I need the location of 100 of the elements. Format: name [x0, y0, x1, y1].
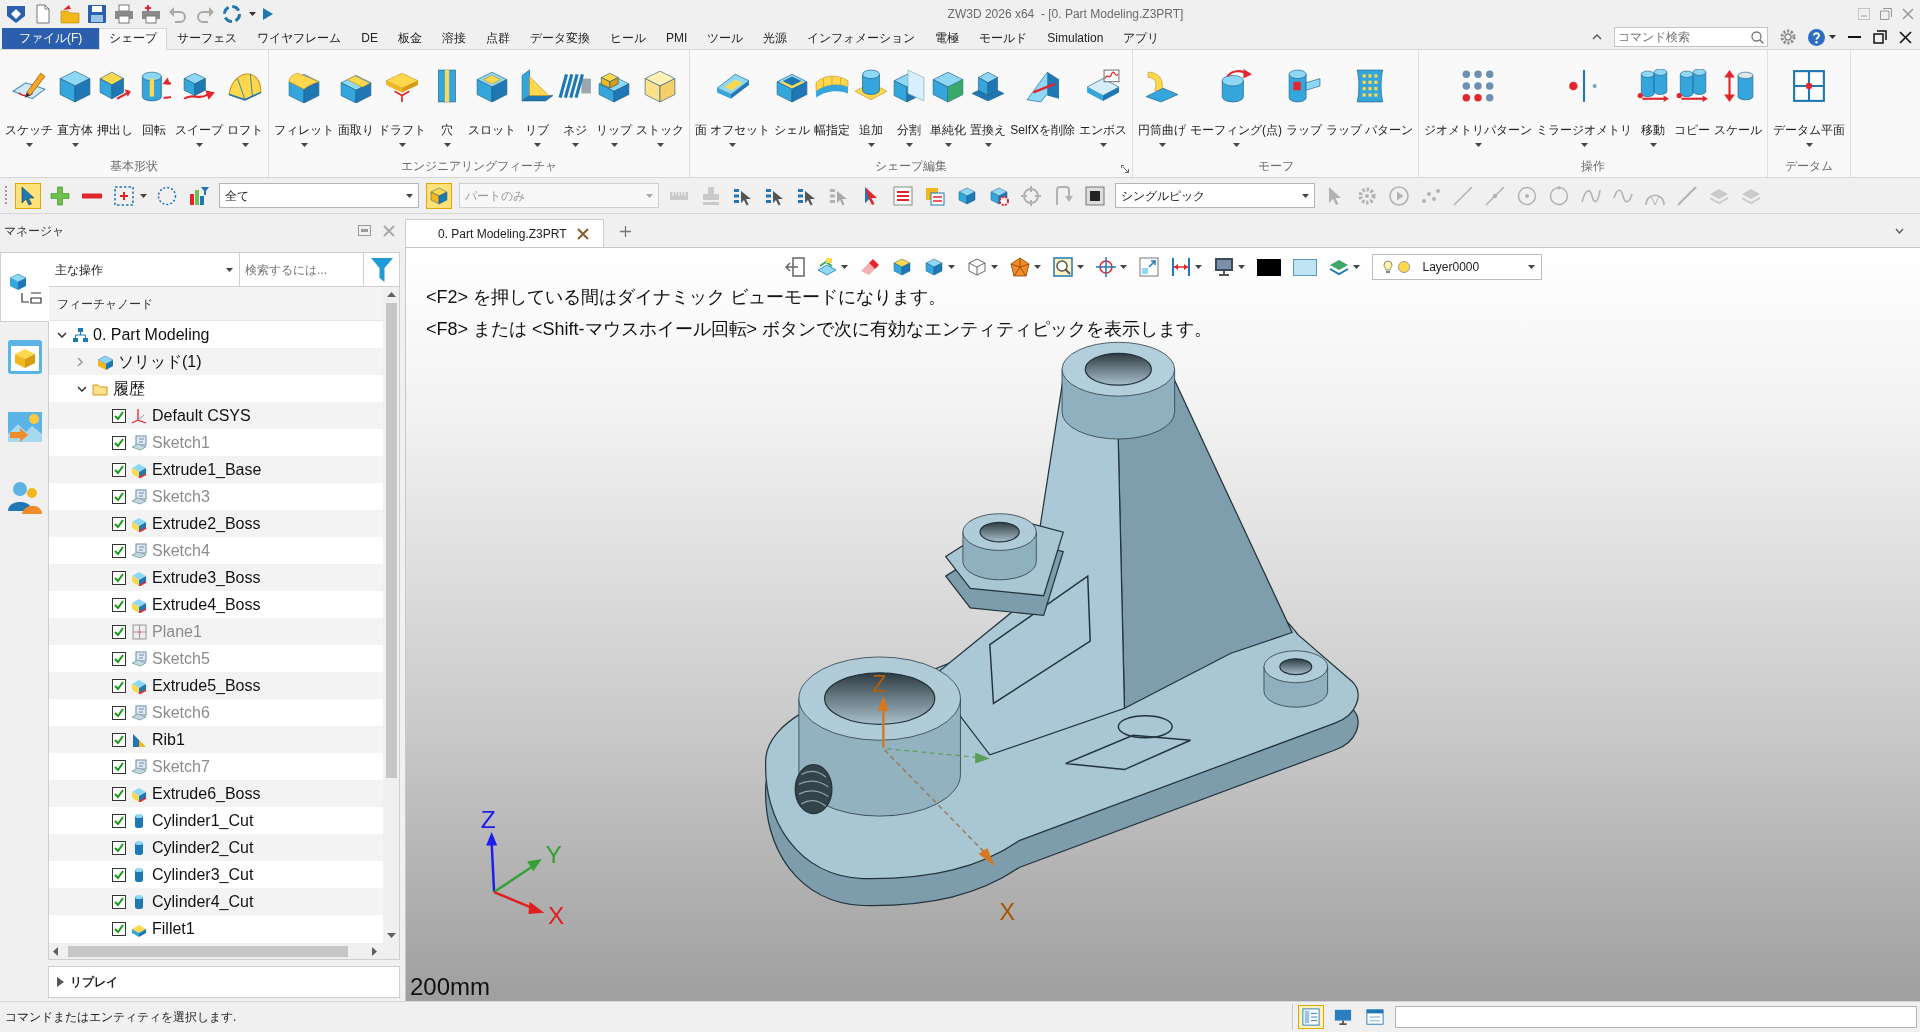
menu-tab[interactable]: PMI [656, 28, 698, 49]
visibility-checkbox[interactable] [112, 705, 126, 720]
dashed-ring-icon[interactable] [222, 4, 242, 24]
visibility-checkbox[interactable] [112, 840, 126, 855]
ribbon-button[interactable]: 直方体 [55, 50, 95, 147]
window-resize-icon[interactable] [1138, 257, 1159, 277]
menu-tab[interactable]: 溶接 [432, 28, 476, 49]
ribbon-button[interactable]: ストック [634, 50, 686, 147]
ribbon-button[interactable]: ネジ [556, 50, 594, 147]
menu-tab[interactable]: Simulation [1037, 28, 1114, 49]
scroll-left-icon[interactable] [53, 946, 58, 956]
visibility-checkbox[interactable] [112, 732, 126, 747]
color-swatch-icon[interactable] [1256, 258, 1281, 276]
tree-item[interactable]: Extrude4_Boss [49, 591, 383, 618]
tree-item[interactable]: Extrude1_Base [49, 456, 383, 483]
ribbon-button[interactable]: 面 オフセット [693, 50, 773, 147]
menu-tab[interactable]: 点群 [476, 28, 520, 49]
settings-icon[interactable] [1780, 29, 1796, 45]
ribbon-button[interactable]: 分割 [890, 50, 929, 147]
list-icon[interactable] [891, 183, 915, 208]
chevron-right-icon[interactable] [77, 356, 83, 367]
ribbon-button[interactable]: リップ [594, 50, 634, 147]
menu-tab[interactable]: DE [351, 28, 388, 49]
visibility-checkbox[interactable] [112, 462, 126, 477]
caret-icon[interactable] [1527, 265, 1535, 269]
caret-icon[interactable] [610, 143, 618, 147]
menu-tab[interactable]: インフォメーション [797, 28, 926, 49]
menu-tab[interactable]: モールド [969, 28, 1038, 49]
menu-tab[interactable]: ワイヤフレーム [247, 28, 352, 49]
menu-tab[interactable]: サーフェス [167, 28, 248, 49]
monitor-icon[interactable] [1213, 257, 1234, 277]
restore-icon[interactable] [1873, 30, 1887, 44]
caret-icon[interactable] [1829, 35, 1836, 39]
visibility-checkbox[interactable] [112, 597, 126, 612]
tree-item[interactable]: Cylinder4_Cut [49, 888, 383, 915]
visibility-checkbox[interactable] [112, 651, 126, 666]
stop-icon[interactable] [1083, 183, 1107, 208]
caret-icon[interactable] [226, 267, 233, 272]
caret-icon[interactable] [1076, 265, 1084, 269]
caret-icon[interactable] [71, 143, 79, 147]
caret-icon[interactable] [1194, 265, 1202, 269]
caret-icon[interactable] [944, 143, 952, 147]
caret-icon[interactable] [249, 12, 256, 16]
caret-icon[interactable] [533, 143, 541, 147]
diagonal-arrow-icon[interactable] [1121, 165, 1130, 173]
caret-icon[interactable] [241, 143, 249, 147]
menu-tab[interactable]: アプリ [1113, 28, 1170, 49]
layer-dropdown[interactable]: Layer0000 [1371, 254, 1542, 280]
caret-icon[interactable] [443, 143, 451, 147]
scrollbar-thumb[interactable] [68, 945, 348, 957]
caret-icon[interactable] [1474, 143, 1482, 147]
ribbon-button[interactable]: スケール [1712, 50, 1765, 138]
visibility-checkbox[interactable] [112, 570, 126, 585]
chevron-down-icon[interactable] [57, 331, 67, 338]
visibility-checkbox[interactable] [112, 408, 126, 423]
cube-icon[interactable] [923, 257, 944, 277]
ribbon-button[interactable]: コピー [1672, 50, 1713, 138]
ribbon-button[interactable]: データム平面 [1771, 50, 1848, 147]
caret-icon[interactable] [1119, 265, 1127, 269]
menu-tab[interactable]: ツール [697, 28, 754, 49]
ribbon-button[interactable]: 移動 [1634, 50, 1673, 147]
panel-layout-icon[interactable] [1299, 1006, 1323, 1028]
ribbon-button[interactable]: フィレット [272, 50, 336, 147]
visibility-checkbox[interactable] [112, 489, 126, 504]
tree-item[interactable]: Rib1 [49, 726, 383, 753]
caret-icon[interactable] [1649, 143, 1657, 147]
folder-icon[interactable] [60, 4, 80, 24]
magnifier-frame-icon[interactable] [1052, 257, 1073, 277]
tree-item[interactable]: 履歴 [49, 375, 383, 402]
chevron-down-icon[interactable] [1895, 228, 1904, 235]
caret-icon[interactable] [25, 143, 33, 147]
caret-icon[interactable] [990, 265, 998, 269]
tree-item[interactable]: Cylinder3_Cut [49, 861, 383, 888]
visibility-checkbox[interactable] [112, 759, 126, 774]
caret-icon[interactable] [300, 143, 308, 147]
caret-icon[interactable] [1580, 143, 1588, 147]
plus-icon[interactable] [619, 225, 631, 237]
crosshair-icon[interactable] [1095, 257, 1116, 277]
caret-icon[interactable] [729, 143, 737, 147]
ribbon-button[interactable]: SelfXを削除 [1008, 50, 1078, 138]
caret-icon[interactable] [1033, 265, 1041, 269]
ribbon-button[interactable]: スイープ [173, 50, 225, 147]
caret-icon[interactable] [1302, 193, 1309, 198]
triangle-right-icon[interactable] [263, 8, 273, 20]
help-icon[interactable] [1808, 28, 1825, 46]
file-menu-button[interactable]: ファイル(F) [2, 28, 100, 49]
bulb-icon[interactable] [1382, 260, 1393, 274]
color-swatch-icon[interactable] [1292, 258, 1317, 276]
caret-icon[interactable] [571, 143, 579, 147]
visibility-checkbox[interactable] [112, 435, 126, 450]
command-search-field[interactable]: コマンド検索 [1614, 27, 1768, 47]
ribbon-button[interactable]: ミラージオメトリ [1534, 50, 1635, 147]
caret-icon[interactable] [947, 265, 955, 269]
chevron-up-icon[interactable] [1592, 34, 1602, 40]
ribbon-button[interactable]: 円筒曲げ [1136, 50, 1189, 147]
menu-tab[interactable]: シェープ [99, 28, 168, 50]
toolbar-dropdown[interactable]: シングルピック [1115, 183, 1315, 208]
caret-icon[interactable] [984, 143, 992, 147]
ribbon-button[interactable]: 穴 [428, 50, 466, 147]
visibility-checkbox[interactable] [112, 786, 126, 801]
